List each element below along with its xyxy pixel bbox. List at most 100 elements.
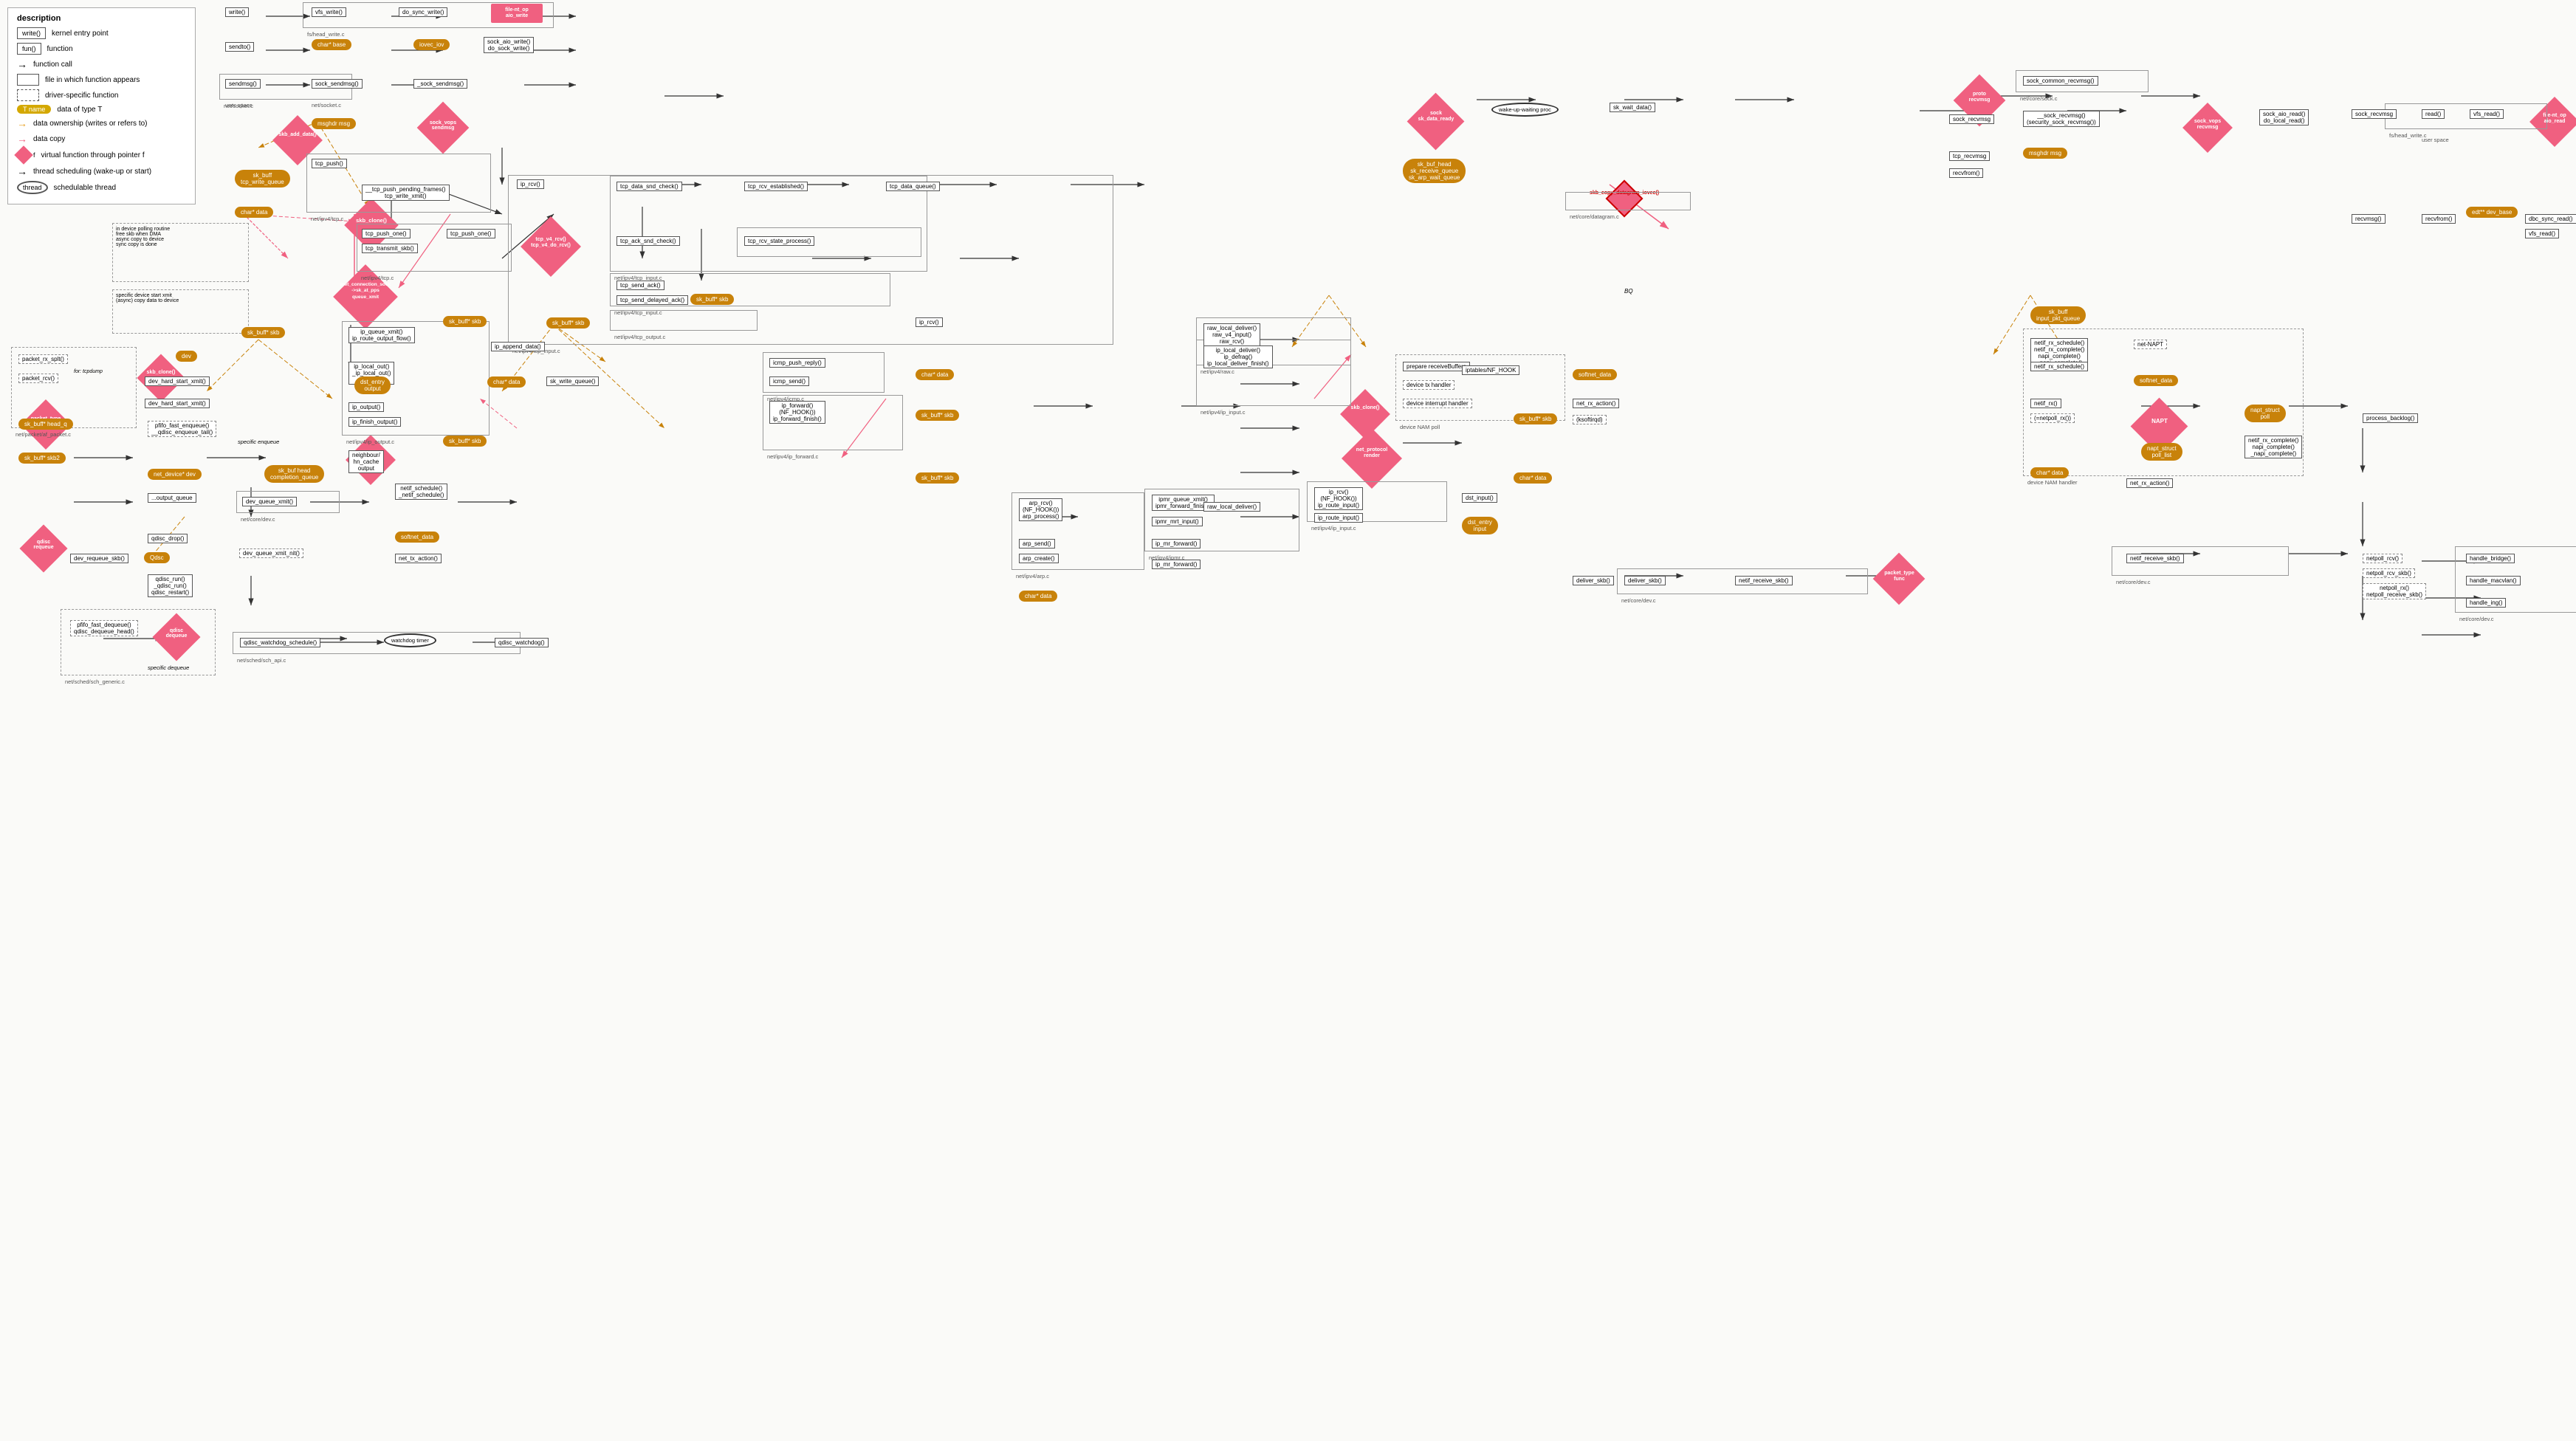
fn-dev-queue-xmit-nit: dev_queue_xmit_nit() [239,548,303,558]
label-net-core-dev-rcv: net/core/dev.c [1621,597,1656,604]
fn-tcp-data-queue: tcp_data_queue() [886,182,940,191]
diamond-sock-vops-recvmsg: sock_vopsrecvmsg [2178,109,2237,146]
diamond-packet-type-rcv: packet_typefunc [1868,559,1931,599]
fn-arp-rcv: arp_rcv()(NF_HOOK())arp_process() [1019,498,1062,521]
oval-softnet-data-left: softnet_data [395,532,439,543]
label-net-socket-c: net/socket.c [312,102,341,109]
legend-label-thread-sched: thread scheduling (wake-up or start) [33,168,151,176]
fn-ipmr-mrt-input: ipmr_mrt_input() [1152,517,1203,526]
label-net-core-dev-netif: net/core/dev.c [2116,579,2151,585]
fn-net-tx-action: net_tx_action() [395,554,442,563]
fn-net-rx-action: net_rx_action() [1573,399,1619,408]
fn-device-tx-handler: device tx handler [1403,380,1454,390]
fn-tcp-ack-snd-check: tcp_ack_snd_check() [616,236,680,246]
legend-label-kernel: kernel entry point [52,30,109,38]
label-specific-xmit: specific device start xmit(async) copy d… [113,290,248,306]
legend-label-file: file in which function appears [45,76,140,84]
fn-icmp-send: icmp_send() [769,376,809,386]
fn-deliver-skb-right: deliver_skb() [1573,576,1614,585]
fn-do-sync-write: do_sync_write() [399,7,447,17]
oval-char-data-right: char* data [1514,472,1552,484]
oval-dev-left: dev [176,351,197,362]
label-net-core-datagram: net/core/datagram.c [1570,213,1619,220]
oval-char-data-ip: char* data [487,376,526,388]
label-net-sched-sch-api: net/sched/sch_api.c [237,657,286,664]
oval-sk-buff-skb-ip: sk_buff* skb [443,316,487,327]
label-net-sched: net/sched/sch_generic.c [65,678,125,685]
oval-char-data-napt: char* data [2030,467,2069,478]
oval-sk-buf-head-receive: sk_buf_headsk_receive_queuesk_arp_wait_q… [1403,159,1466,183]
fn-vfs-read-2: vfs_read() [2525,229,2559,238]
fn-netif-rx: netif_rx() [2030,399,2061,408]
label-ip-input-2: net/ipv4/ip_input.c [1311,525,1356,532]
label-net-core-dev: net/core/dev.c [241,516,275,523]
legend-symbol-ownership: → [17,117,27,129]
legend-label-call: function call [33,61,72,69]
fn-arp-send: arp_send() [1019,539,1055,548]
grp-specific-xmit: specific device start xmit(async) copy d… [112,289,249,334]
fn-recvmsg: recvmsg() [2352,214,2386,224]
fn-ip-mr-forward: ip_mr_forward() [1152,539,1201,548]
diamond-net-protocol-render: net_protocolrender [1335,436,1409,481]
legend-item-ownership: → data ownership (writes or refers to) [17,117,186,129]
fn-recvfrom: recvfrom() [2422,214,2456,224]
fn-packet-rx-splt: packet_rx_splt() [18,354,68,364]
fn-net-napt: net-NAPT [2134,340,2167,349]
legend-symbol-driver [17,89,39,101]
fn-sock-recvmsg: sock_recvmsg [1949,114,1994,124]
fn-arp-create: arp_create() [1019,554,1059,563]
oval-sk-buff-skb-tcp: sk_buff* skb [690,294,734,305]
oval-softnet-data-right2: softnet_data [2134,375,2178,386]
fn-underscore-sock-sendmsg: _sock_sendmsg() [413,79,467,89]
fn-vfs-read: vfs_read() [2470,109,2504,119]
oval-edt-dev-base: edt** dev_base [2466,207,2518,218]
label-net-packet: net/packet/af_packet.c [16,431,71,438]
fn-handle-ing: handle_ing() [2466,598,2506,608]
fn-tcp-push: tcp_push() [312,159,347,168]
fn-tcp-rcv-state-process: tcp_rcv_state_process() [744,236,814,246]
oval-msghdr-msg-right: msghdr msg [2023,148,2067,159]
fn-net-rx-action-right: net_rx_action() [2126,478,2173,488]
legend-item-thread-sched: → thread scheduling (wake-up or start) [17,165,186,177]
oval-dst-entry-input: dst_entryinput [1462,517,1498,534]
oval-sk-buff-tcp-write: sk_bufftcp_write_queue [235,170,290,188]
fn-sendto: sendto() [225,42,254,52]
fn-dev-hard-start-xmit: dev_hard_start_xmit() [145,376,210,386]
fn-qdisc-watchdog: qdisc_watchdog() [495,638,549,647]
fn-ip-output: ip_output() [348,402,384,412]
fn-underscore-sock-recvmsg: __sock_recvmsg()(security_sock_recvmsg()… [2023,111,2100,127]
legend-item-function: fun() function [17,43,186,55]
legend-label-function: function [47,45,73,53]
legend-symbol-function: fun() [17,43,41,55]
fn-output-queue: ...output_queue [148,493,196,503]
fn-pfifo-fast-dequeue: pfifo_fast_dequeue()qdisc_dequeue_head() [70,620,138,636]
legend-symbol-kernel: write() [17,27,46,39]
grp-fs-head-write-right: fs/head_write.c [2385,103,2547,129]
fn-sendmsg: sendmsg() [225,79,261,89]
fn-read: read() [2422,109,2445,119]
legend-item-file: file in which function appears [17,74,186,86]
fn-tcp-rcv-established: tcp_rcv_established() [744,182,808,191]
oval-char-data-forward: char* data [916,369,954,380]
oval-char-data-top: char* data [235,207,273,218]
oval-sk-buff-skb-mid: sk_buff* skb [241,327,285,338]
oval-sk-buff-ipmr: sk_buff* skb [916,472,959,484]
fn-napi-rx-complete: netif_rx_complete()napi_complete()_napi_… [2244,436,2302,458]
fn-deliver-skb: deliver_skb() [1624,576,1666,585]
legend-symbol-call: → [17,58,27,70]
grp-net-sched: net/sched/sch_generic.c [61,609,216,675]
legend-item-driver: driver-specific function [17,89,186,101]
oval-sk-buff-forward: sk_buff* skb [916,410,959,421]
legend-label-driver: driver-specific function [45,92,118,100]
fn-tcp-push-one: tcp_push_one() [362,229,411,238]
label-fs-head-write: fs/head_write.c [307,31,344,38]
diamond-sock-sk-data-ready: socksk_data_ready [1403,100,1469,142]
legend-symbol-file [17,74,39,86]
fn-handle-bridge: handle_bridge() [2466,554,2515,563]
fn-iptables-nf: iptables/NF_HOOK [1462,365,1519,375]
oval-sk-buff-right: sk_buff* skb [1514,413,1557,424]
fn-netpoll-rx: (=netpoll_rx()) [2030,413,2075,423]
fn-packet-rcv: packet_rcv() [18,374,58,383]
legend-label-copy: data copy [33,135,65,143]
fn-ip-local-deliver: ip_local_deliver()ip_defrag()ip_local_de… [1203,345,1273,368]
